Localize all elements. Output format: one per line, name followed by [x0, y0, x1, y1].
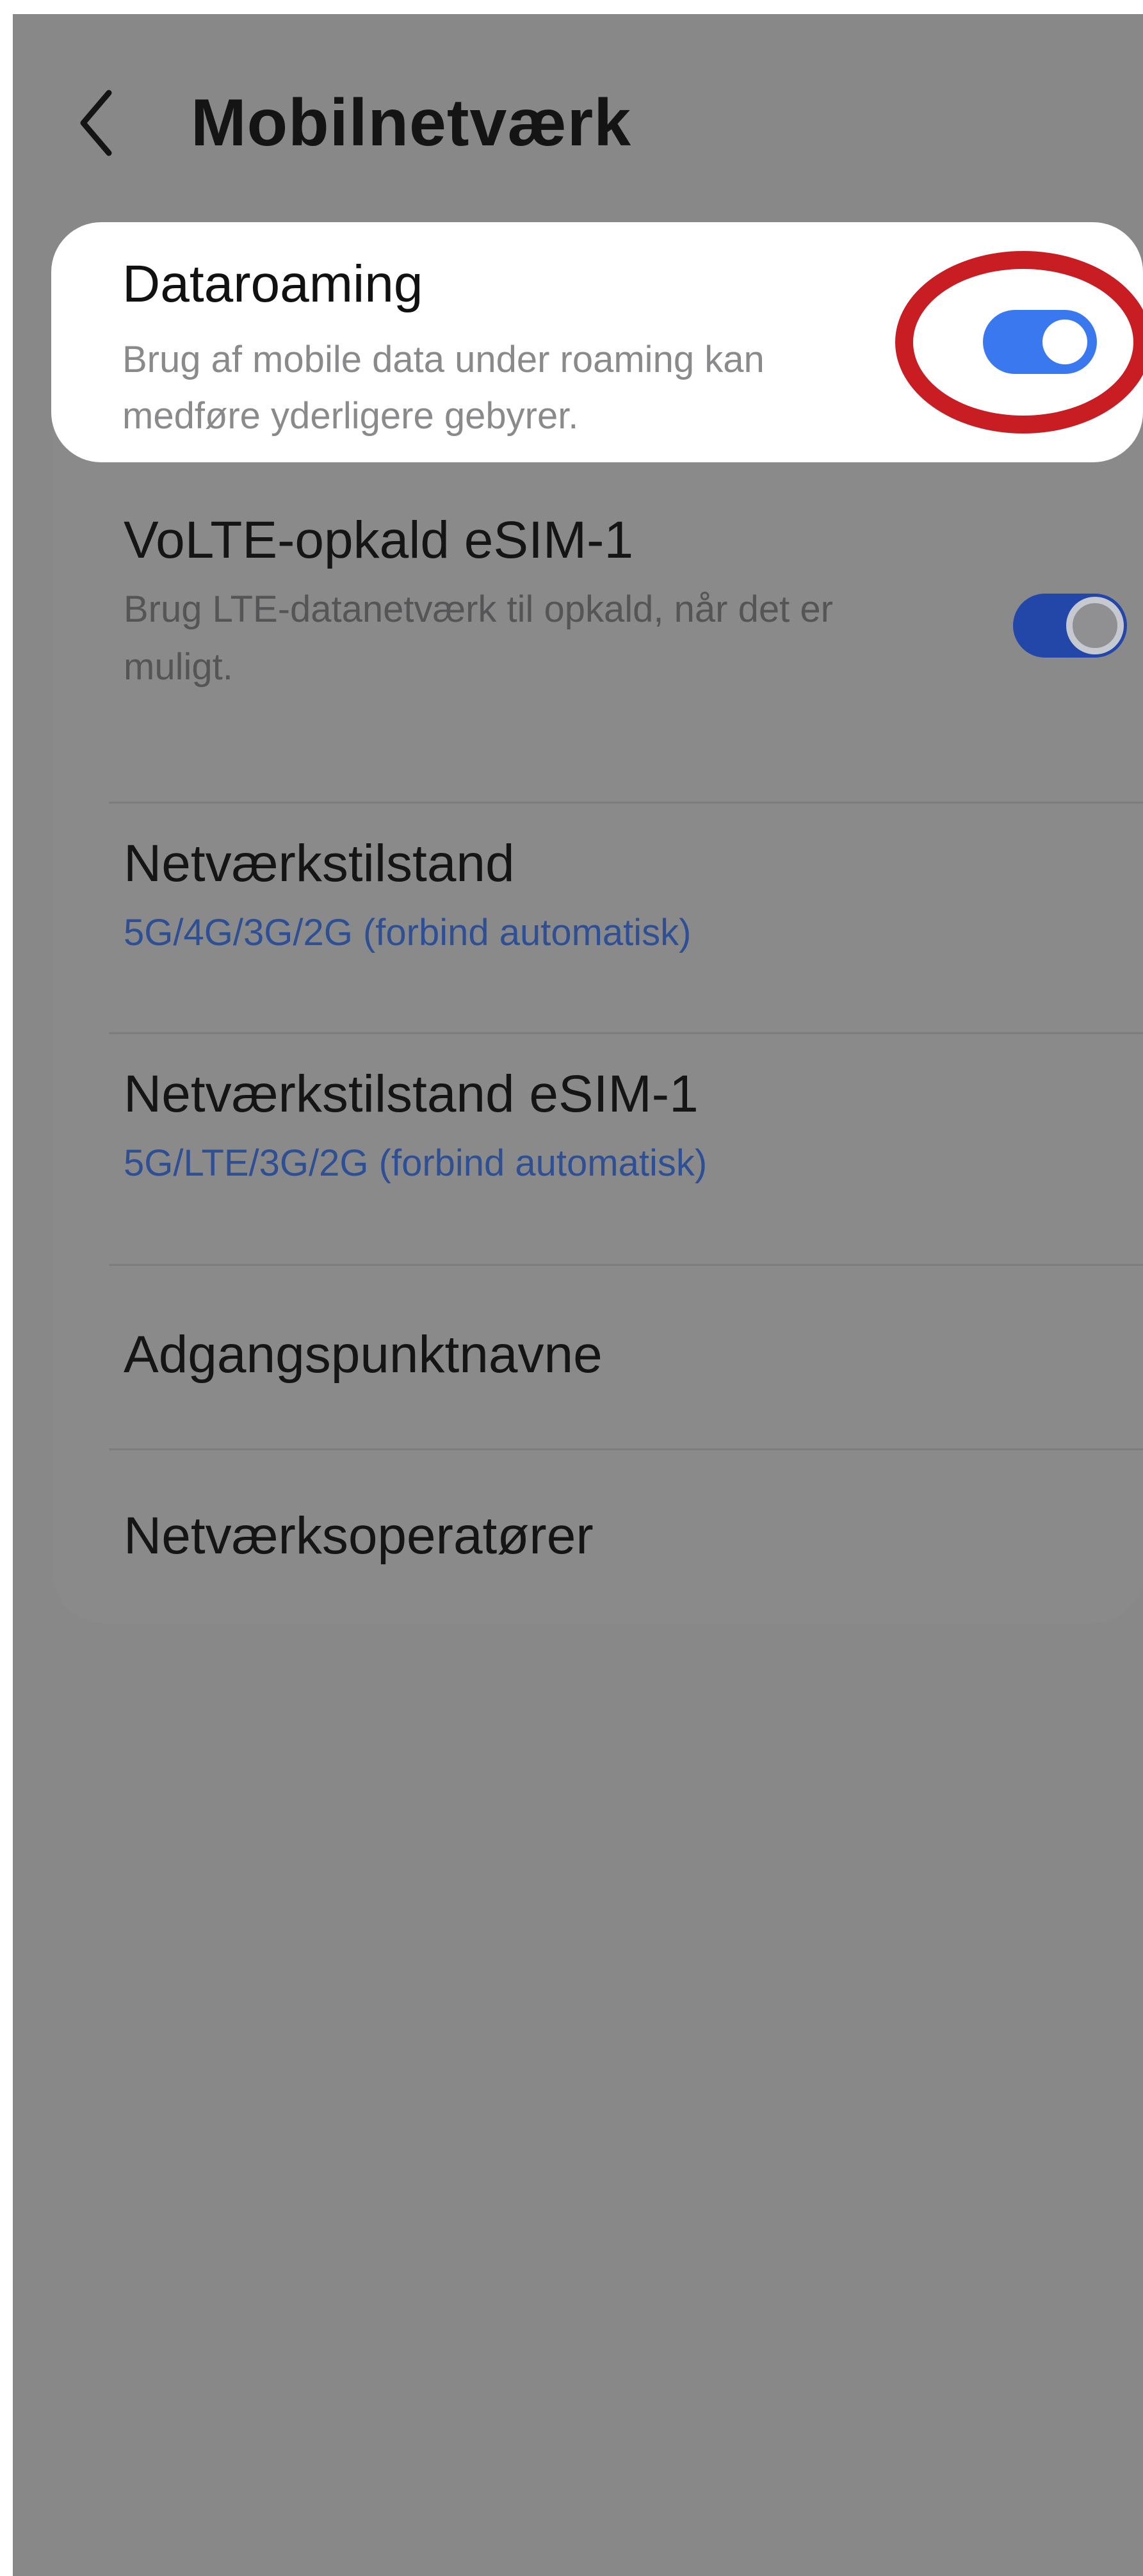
data-roaming-subtitle-line2: medføre yderligere gebyrer. — [122, 395, 579, 437]
network-mode-value: 5G/4G/3G/2G (forbind automatisk) — [124, 912, 692, 953]
volte-title: VoLTE-opkald eSIM-1 — [124, 511, 634, 569]
back-button[interactable] — [77, 75, 147, 171]
apn-title: Adgangspunktnavne — [124, 1325, 603, 1384]
operators-title: Netværksoperatører — [124, 1507, 594, 1565]
setting-network-mode-esim[interactable]: Netværkstilstand eSIM-1 5G/LTE/3G/2G (fo… — [53, 1035, 1143, 1263]
volte-subtitle-line2: muligt. — [124, 646, 233, 688]
data-roaming-subtitle-line1: Brug af mobile data under roaming kan — [122, 339, 765, 380]
volte-subtitle-line1: Brug LTE-datanetværk til opkald, når det… — [124, 588, 833, 630]
page-title: Mobilnetværk — [191, 86, 632, 160]
setting-volte[interactable]: VoLTE-opkald eSIM-1 Brug LTE-datanetværk… — [53, 478, 1143, 763]
data-roaming-title: Dataroaming — [122, 255, 423, 313]
network-mode-title: Netværkstilstand — [124, 834, 515, 893]
setting-apn[interactable]: Adgangspunktnavne — [53, 1267, 1143, 1448]
data-roaming-toggle[interactable] — [983, 310, 1097, 374]
chevron-left-icon — [80, 90, 112, 156]
setting-operators[interactable]: Netværksoperatører — [53, 1452, 1143, 1623]
network-mode-esim-value: 5G/LTE/3G/2G (forbind automatisk) — [124, 1142, 708, 1184]
setting-network-mode[interactable]: Netværkstilstand 5G/4G/3G/2G (forbind au… — [53, 805, 1143, 1032]
divider — [109, 802, 1143, 804]
toggle-knob — [1066, 597, 1124, 654]
volte-toggle[interactable] — [1013, 594, 1127, 658]
divider — [109, 1264, 1143, 1266]
app-header: Mobilnetværk — [13, 14, 1143, 206]
setting-data-roaming[interactable]: Dataroaming Brug af mobile data under ro… — [51, 222, 1143, 462]
screen: Mobilnetværk VoLTE-opkald eSIM-1 Brug LT… — [13, 14, 1143, 2576]
divider — [109, 1448, 1143, 1450]
network-mode-esim-title: Netværkstilstand eSIM-1 — [124, 1065, 699, 1123]
divider — [109, 1032, 1143, 1034]
toggle-knob — [1042, 320, 1087, 364]
